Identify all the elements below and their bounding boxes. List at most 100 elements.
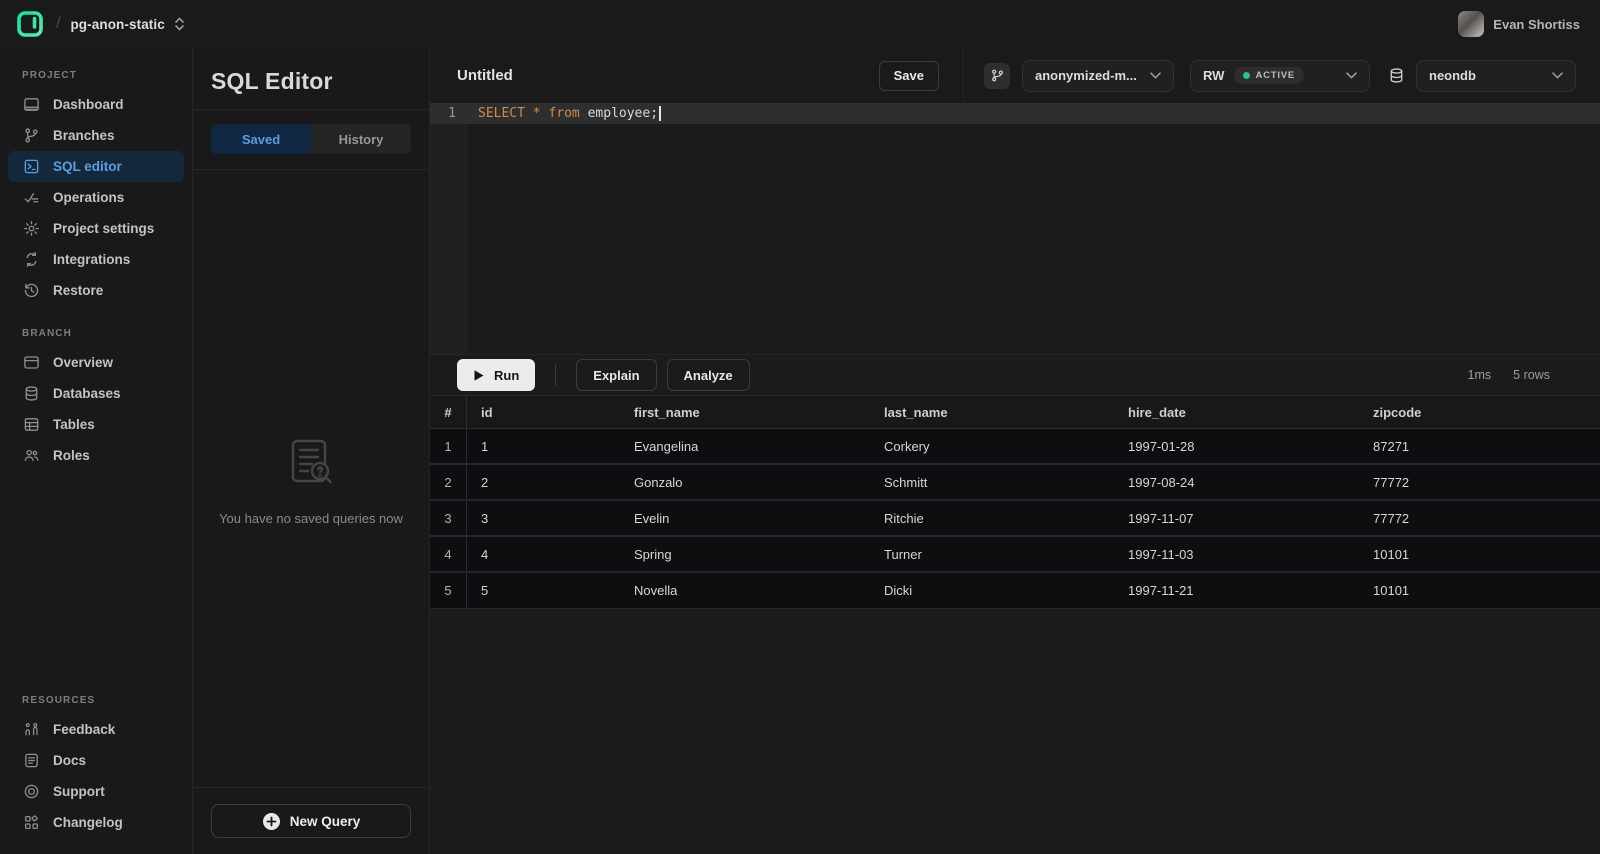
new-query-label: New Query <box>290 814 361 829</box>
sidebar-section-resources: RESOURCESFeedbackDocsSupportChangelog <box>0 695 192 838</box>
query-panel-footer: New Query <box>193 787 429 854</box>
tab-history[interactable]: History <box>311 124 411 154</box>
sidebar-item-branches[interactable]: Branches <box>8 120 184 151</box>
sidebar-item-roles[interactable]: Roles <box>8 440 184 471</box>
table-cell: Gonzalo <box>620 475 870 490</box>
plus-circle-icon <box>262 812 281 831</box>
table-row: 11EvangelinaCorkery1997-01-2887271 <box>430 429 1600 465</box>
results-table: #idfirst_namelast_namehire_datezipcode11… <box>430 395 1600 609</box>
code-token: employee; <box>580 106 658 121</box>
branch-icon-button[interactable] <box>984 63 1010 89</box>
table-row: 22GonzaloSchmitt1997-08-2477772 <box>430 465 1600 501</box>
sidebar-item-tables[interactable]: Tables <box>8 409 184 440</box>
neon-logo-icon[interactable] <box>16 10 44 38</box>
new-query-button[interactable]: New Query <box>211 804 411 838</box>
result-row-count: 5 rows <box>1513 368 1550 382</box>
column-header-hire_date: hire_date <box>1114 405 1359 420</box>
sidebar-item-project-settings[interactable]: Project settings <box>8 213 184 244</box>
results-filler <box>430 609 1600 854</box>
database-icon <box>1388 67 1405 84</box>
sidebar-item-integrations[interactable]: Integrations <box>8 244 184 275</box>
editor-header: Untitled Save anonymized-m... <box>430 48 1600 103</box>
table-header-row: #idfirst_namelast_namehire_datezipcode <box>430 395 1600 429</box>
run-label: Run <box>494 368 519 383</box>
column-header-row-number: # <box>430 396 467 428</box>
sidebar-item-docs[interactable]: Docs <box>8 745 184 776</box>
table-cell: 4 <box>467 547 620 562</box>
sidebar-item-feedback[interactable]: Feedback <box>8 714 184 745</box>
table-cell: 3 <box>467 511 620 526</box>
chevron-down-icon <box>1552 72 1563 79</box>
saved-queries-empty-state: You have no saved queries now <box>193 170 429 787</box>
table-cell: 1997-11-21 <box>1114 583 1359 598</box>
branch-select[interactable]: anonymized-m... <box>1022 60 1174 92</box>
empty-message: You have no saved queries now <box>219 511 403 526</box>
sidebar-item-databases[interactable]: Databases <box>8 378 184 409</box>
table-cell: 1997-11-07 <box>1114 511 1359 526</box>
sidebar-item-support[interactable]: Support <box>8 776 184 807</box>
table-row: 44SpringTurner1997-11-0310101 <box>430 537 1600 573</box>
table-cell: 10101 <box>1359 583 1600 598</box>
database-select-value: neondb <box>1429 68 1476 83</box>
sidebar-section-branch: BRANCHOverviewDatabasesTablesRoles <box>0 328 192 471</box>
database-select[interactable]: neondb <box>1416 60 1576 92</box>
sidebar-item-label: Databases <box>53 386 121 401</box>
table-cell: 1997-01-28 <box>1114 439 1359 454</box>
user-menu[interactable]: Evan Shortiss <box>1458 11 1580 37</box>
chevron-updown-icon[interactable] <box>174 17 185 31</box>
column-header-zipcode: zipcode <box>1359 405 1600 420</box>
line-number: 1 <box>430 103 468 124</box>
toolbar-divider <box>555 364 556 386</box>
text-cursor <box>659 106 661 121</box>
sidebar-item-changelog[interactable]: Changelog <box>8 807 184 838</box>
top-bar: / pg-anon-static Evan Shortiss <box>0 0 1600 48</box>
sidebar-item-label: Restore <box>53 283 103 298</box>
play-icon <box>473 369 485 382</box>
table-cell: 10101 <box>1359 547 1600 562</box>
table-icon <box>22 416 40 434</box>
roles-icon <box>22 447 40 465</box>
table-cell: 5 <box>430 573 467 608</box>
explain-button[interactable]: Explain <box>576 359 656 391</box>
analyze-button[interactable]: Analyze <box>667 359 750 391</box>
tab-saved[interactable]: Saved <box>211 124 311 154</box>
app: / pg-anon-static Evan Shortiss PROJECTDa… <box>0 0 1600 854</box>
table-cell: 1 <box>467 439 620 454</box>
chevron-down-icon <box>1150 72 1161 79</box>
avatar <box>1458 11 1484 37</box>
sidebar-item-sql-editor[interactable]: SQL editor <box>8 151 184 182</box>
sidebar-item-restore[interactable]: Restore <box>8 275 184 306</box>
compute-select-value: RW <box>1203 68 1224 83</box>
database-icon <box>22 385 40 403</box>
compute-select[interactable]: RW ACTIVE <box>1190 60 1370 92</box>
support-icon <box>22 783 40 801</box>
gear-icon <box>22 220 40 238</box>
table-cell: 4 <box>430 537 467 571</box>
query-duration: 1ms <box>1468 368 1492 382</box>
sidebar-item-label: Dashboard <box>53 97 124 112</box>
code-token <box>525 106 533 121</box>
table-cell: Ritchie <box>870 511 1114 526</box>
table-cell: 2 <box>430 465 467 499</box>
table-cell: 1997-11-03 <box>1114 547 1359 562</box>
gutter <box>430 124 468 354</box>
table-row: 33EvelinRitchie1997-11-0777772 <box>430 501 1600 537</box>
run-button[interactable]: Run <box>457 359 535 391</box>
page-title: SQL Editor <box>211 68 411 95</box>
save-button[interactable]: Save <box>879 61 939 91</box>
sidebar-item-dashboard[interactable]: Dashboard <box>8 89 184 120</box>
code-editor-body <box>430 124 1600 354</box>
project-switcher[interactable]: pg-anon-static <box>70 17 164 32</box>
table-row: 55NovellaDicki1997-11-2110101 <box>430 573 1600 609</box>
code-token: * <box>533 106 541 121</box>
table-cell: 77772 <box>1359 475 1600 490</box>
sidebar-item-label: SQL editor <box>53 159 122 174</box>
sidebar-item-operations[interactable]: Operations <box>8 182 184 213</box>
header-divider <box>963 48 964 103</box>
table-cell: 2 <box>467 475 620 490</box>
sidebar-item-label: Tables <box>53 417 95 432</box>
column-header-id: id <box>467 405 620 420</box>
sidebar-item-overview[interactable]: Overview <box>8 347 184 378</box>
branches-icon <box>22 127 40 145</box>
sql-code-editor[interactable]: 1SELECT * from employee; <box>430 103 1600 355</box>
